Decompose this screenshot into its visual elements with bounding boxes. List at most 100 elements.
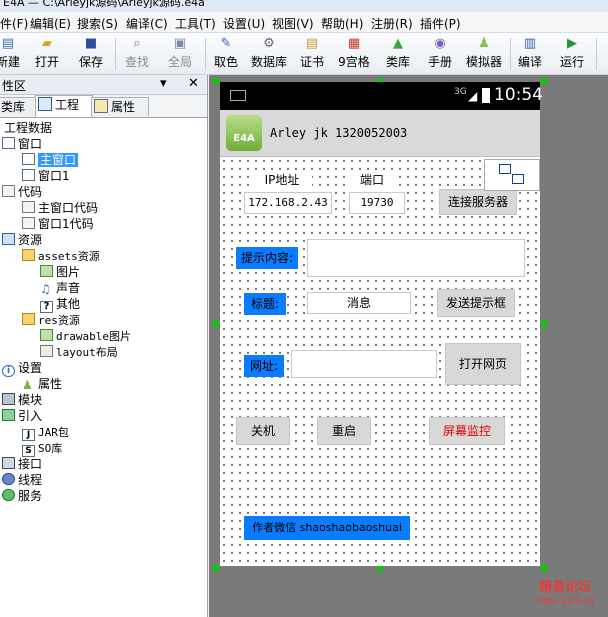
new-button[interactable]: ▤ 新建 <box>0 35 22 73</box>
keyboard-icon <box>230 90 246 101</box>
tree-item-project-data[interactable]: 工程数据 <box>4 120 52 136</box>
hint-input[interactable] <box>307 239 525 277</box>
nine-grid-button[interactable]: ▦ 9宫格 <box>337 35 371 73</box>
menu-file[interactable]: 件(F) <box>0 15 28 32</box>
certificate-button[interactable]: ▤ 证书 <box>297 35 327 73</box>
restart-button[interactable]: 重启 <box>317 417 371 445</box>
panel-tabs: 类库 工程 属性 <box>0 95 207 118</box>
tree-item-drawable[interactable]: drawable图片 <box>40 328 131 344</box>
open-webpage-button[interactable]: 打开网页 <box>445 343 521 385</box>
pin-icon[interactable]: ▾ <box>160 76 167 91</box>
connect-server-button[interactable]: 连接服务器 <box>439 189 517 215</box>
status-time: 10:54 <box>494 85 543 105</box>
color-picker-button[interactable]: ✎ 取色 <box>211 35 241 73</box>
phone-form[interactable]: 3G ◢ 10:54 E4A Arley jk 1320052003 IP地址 … <box>220 82 543 566</box>
tree-item-interfaces[interactable]: 接口 <box>2 456 42 472</box>
tree-item-images[interactable]: 图片 <box>40 264 80 280</box>
tree-item-others[interactable]: ? 其他 <box>40 296 80 313</box>
send-alert-button[interactable]: 发送提示框 <box>437 289 515 317</box>
find-button[interactable]: ⌕ 查找 <box>120 35 154 73</box>
tree-item-services[interactable]: 服务 <box>2 488 42 504</box>
hint-label: 提示内容: <box>236 247 298 269</box>
tree-item-imports[interactable]: 引入 <box>2 408 42 424</box>
run-icon: ▶ <box>567 36 577 51</box>
resize-handle[interactable] <box>541 321 547 327</box>
save-button[interactable]: ■ 保存 <box>74 35 108 73</box>
port-input[interactable]: 19730 <box>349 192 405 214</box>
tree-item-layout[interactable]: layout布局 <box>40 344 118 360</box>
folder-icon <box>22 313 35 325</box>
menu-help[interactable]: 帮助(H) <box>321 15 363 32</box>
tab-properties[interactable]: 属性 <box>91 97 149 116</box>
tab-library[interactable]: 类库 <box>0 97 36 116</box>
menu-search[interactable]: 搜索(S) <box>77 15 118 32</box>
layout-widget-icon <box>499 164 511 174</box>
open-button[interactable]: ▰ 打开 <box>30 35 64 73</box>
menu-tools[interactable]: 工具(T) <box>175 15 216 32</box>
tree-item-assets[interactable]: assets资源 <box>22 248 100 264</box>
resize-handle[interactable] <box>213 321 219 327</box>
android-status-bar: 3G ◢ 10:54 <box>220 82 543 110</box>
tree-item-resources[interactable]: 资源 <box>2 232 42 248</box>
search-icon: ⌕ <box>133 36 141 51</box>
resize-handle[interactable] <box>213 565 219 571</box>
menu-register[interactable]: 注册(R) <box>371 15 413 32</box>
close-icon[interactable]: ✕ <box>188 76 199 91</box>
save-icon: ■ <box>84 36 98 51</box>
global-search-button[interactable]: ▣ 全局 <box>163 35 197 73</box>
project-panel: 性区 ▾ ✕ 类库 工程 属性 工程数据 窗口 主窗口 窗口1 代码 主窗口代码… <box>0 75 208 617</box>
menu-view[interactable]: 视图(V) <box>272 15 314 32</box>
manual-button[interactable]: ◉ 手册 <box>425 35 455 73</box>
tree-item-threads[interactable]: 线程 <box>2 472 42 488</box>
manual-icon: ◉ <box>434 36 446 51</box>
tree-item-code[interactable]: 代码 <box>2 184 42 200</box>
tree-item-so[interactable]: S SO库 <box>22 440 62 457</box>
screen-monitor-button[interactable]: 屏幕监控 <box>429 417 505 445</box>
tree-item-modules[interactable]: 模块 <box>2 392 42 408</box>
run-button[interactable]: ▶ 运行 <box>557 35 587 73</box>
project-tab-icon <box>38 97 52 111</box>
window-icon <box>2 137 15 149</box>
tree-item-res[interactable]: res资源 <box>22 312 80 328</box>
menu-settings[interactable]: 设置(U) <box>223 15 265 32</box>
resize-handle[interactable] <box>213 78 219 84</box>
toolbar-separator <box>115 38 116 70</box>
window-icon <box>22 153 35 165</box>
resize-handle[interactable] <box>541 565 547 571</box>
tab-project[interactable]: 工程 <box>35 95 93 117</box>
resize-handle[interactable] <box>541 78 547 84</box>
title-input[interactable]: 消息 <box>307 292 411 314</box>
tree-item-main-window[interactable]: 主窗口 <box>22 152 79 168</box>
thread-icon <box>2 473 15 485</box>
image-icon <box>40 329 53 341</box>
signal-icon: ◢ <box>468 89 478 103</box>
compile-button[interactable]: ▥ 编译 <box>515 35 545 73</box>
layout-icon <box>40 345 53 357</box>
port-label: 端口 <box>350 171 394 187</box>
menu-compile[interactable]: 编译(C) <box>126 15 168 32</box>
panel-title: 性区 <box>2 79 27 93</box>
database-button[interactable]: ⚙ 数据库 <box>248 35 290 73</box>
tree-item-sounds[interactable]: ♫ 声音 <box>40 280 80 296</box>
tree-item-window1-code[interactable]: 窗口1代码 <box>22 216 94 232</box>
tree-item-window1[interactable]: 窗口1 <box>22 168 70 184</box>
tree-item-settings[interactable]: i 设置 <box>2 360 42 377</box>
shutdown-button[interactable]: 关机 <box>236 417 290 445</box>
forum-watermark: 精易论坛 bbs.125.la <box>537 581 594 607</box>
layout-widget[interactable] <box>484 159 540 191</box>
tree-item-properties[interactable]: ♟ 属性 <box>22 376 62 392</box>
interface-icon <box>2 457 15 469</box>
menu-edit[interactable]: 编辑(E) <box>30 15 71 32</box>
url-input[interactable] <box>291 350 437 378</box>
tree-item-main-window-code[interactable]: 主窗口代码 <box>22 200 98 216</box>
library-icon: ▲ <box>393 36 403 51</box>
folder-icon <box>22 249 35 261</box>
toolbar-separator <box>510 38 511 70</box>
tree-item-windows[interactable]: 窗口 <box>2 136 42 152</box>
ip-input[interactable]: 172.168.2.43 <box>244 192 332 214</box>
info-icon: i <box>2 365 15 377</box>
tree-item-jar[interactable]: J JAR包 <box>22 424 69 441</box>
menu-plugins[interactable]: 插件(P) <box>420 15 461 32</box>
library-button[interactable]: ▲ 类库 <box>383 35 413 73</box>
emulator-button[interactable]: ♟ 模拟器 <box>463 35 505 73</box>
